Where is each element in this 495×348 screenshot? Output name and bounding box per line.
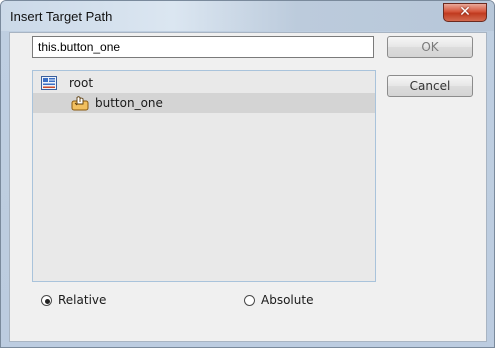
target-path-input[interactable]	[32, 36, 374, 58]
tree-item-root[interactable]: root	[33, 73, 375, 93]
ok-button[interactable]: OK	[387, 36, 473, 58]
target-tree[interactable]: root button_one	[32, 70, 376, 282]
close-button[interactable]: ✕	[443, 3, 487, 22]
close-icon: ✕	[459, 4, 471, 20]
tree-item-button-one[interactable]: button_one	[33, 93, 375, 113]
radio-circle-checked	[41, 295, 52, 306]
tree-item-label: root	[69, 76, 94, 90]
radio-label: Relative	[58, 293, 107, 307]
relative-radio[interactable]: Relative	[41, 293, 121, 309]
radio-label: Absolute	[261, 293, 314, 307]
title-bar[interactable]: Insert Target Path ✕	[1, 1, 494, 31]
radio-circle-unchecked	[244, 295, 255, 306]
tree-item-label: button_one	[95, 96, 163, 110]
movieclip-root-icon	[41, 76, 57, 90]
cancel-button[interactable]: Cancel	[387, 75, 473, 97]
insert-target-path-dialog: Insert Target Path ✕ OK Cancel root	[0, 0, 495, 348]
button-symbol-icon	[71, 96, 89, 111]
absolute-radio[interactable]: Absolute	[244, 293, 334, 309]
window-title: Insert Target Path	[10, 9, 113, 24]
